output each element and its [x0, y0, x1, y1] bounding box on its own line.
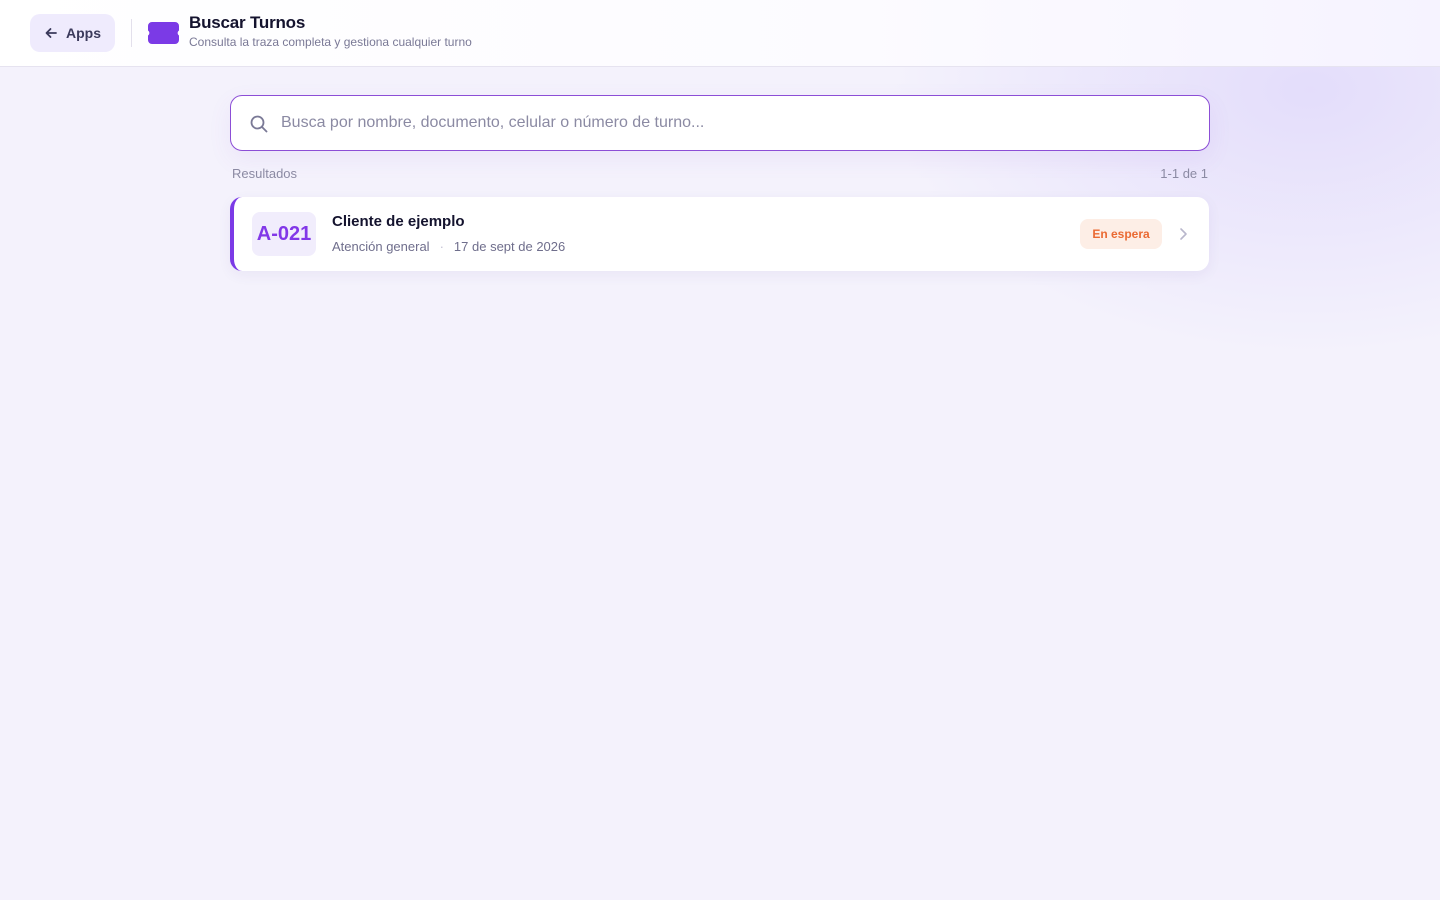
status-badge: En espera	[1080, 219, 1162, 249]
turn-date: 17 de sept de 2026	[453, 239, 566, 254]
page-subtitle: Consulta la traza completa y gestiona cu…	[189, 35, 472, 49]
header-divider	[131, 19, 132, 47]
results-label: Resultados	[232, 166, 298, 181]
ticket-icon	[148, 22, 179, 44]
back-button-label: Apps	[66, 25, 101, 41]
client-name: Cliente de ejemplo	[332, 213, 465, 230]
search-icon	[250, 115, 268, 133]
ticket-number: A-021	[252, 212, 316, 256]
search-box	[230, 95, 1210, 151]
results-count: 1-1 de 1	[1160, 166, 1208, 181]
top-bar: Apps Buscar Turnos Consulta la traza com…	[0, 0, 1440, 67]
page-title: Buscar Turnos	[189, 13, 306, 32]
service-name: Atención general	[332, 239, 430, 254]
chevron-right-icon[interactable]	[1177, 226, 1189, 242]
arrow-left-icon	[45, 28, 57, 38]
meta-separator: ·	[439, 239, 444, 254]
search-input[interactable]	[281, 96, 1191, 149]
turn-result-card[interactable]: A-021 Cliente de ejemplo Atención genera…	[230, 197, 1209, 271]
back-to-apps-button[interactable]: Apps	[30, 14, 115, 52]
turn-meta: Atención general · 17 de sept de 2026	[332, 239, 565, 254]
